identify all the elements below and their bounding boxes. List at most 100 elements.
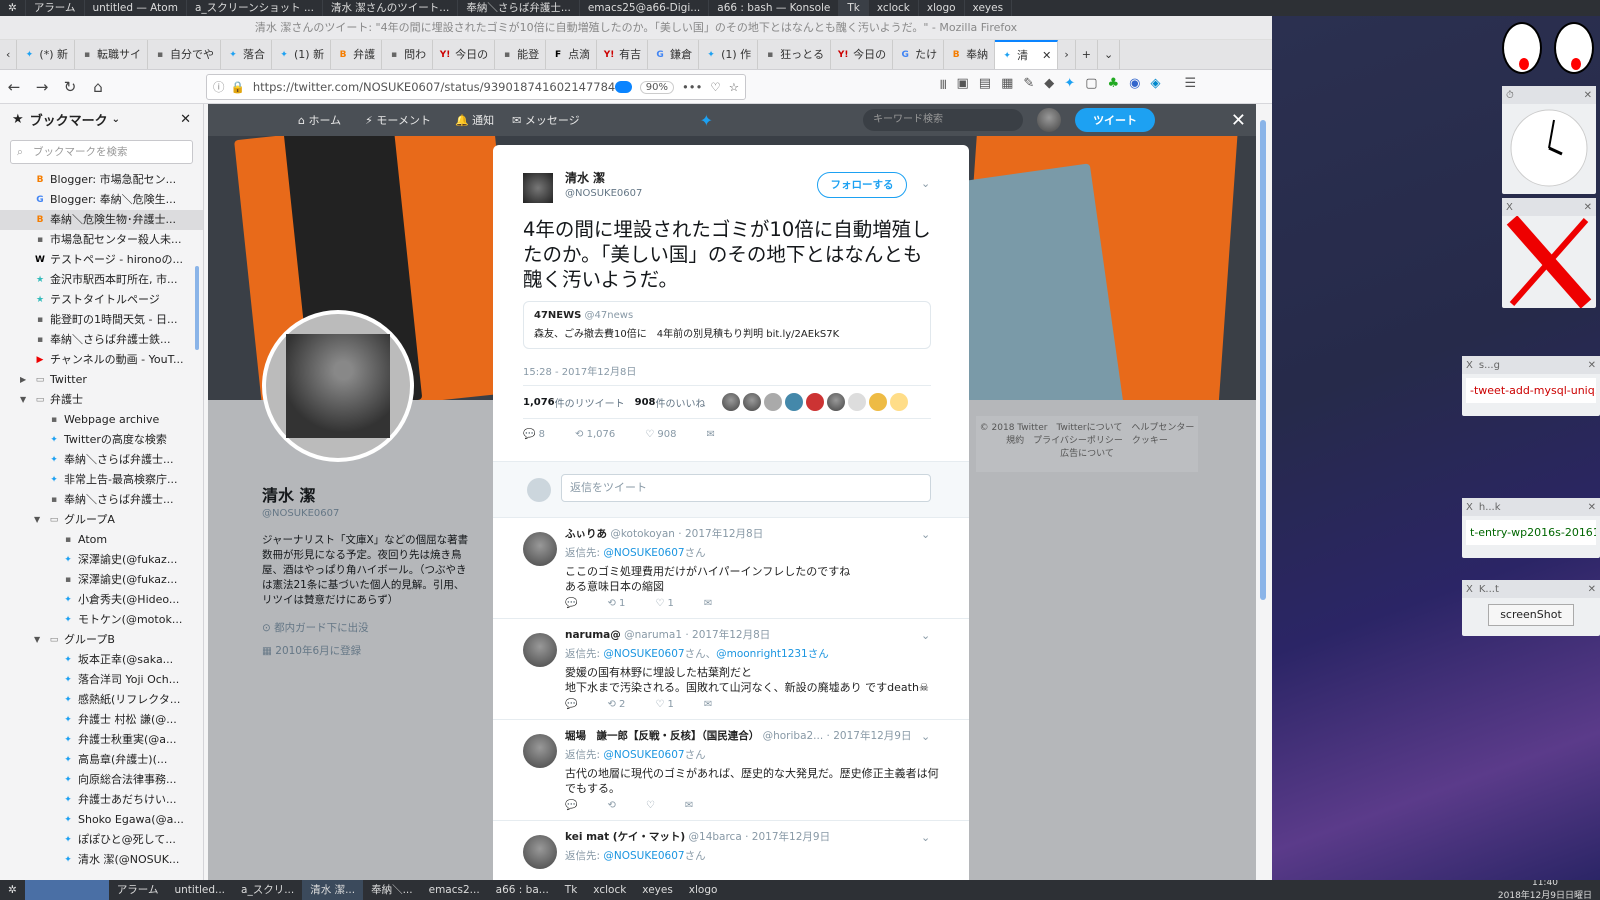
- bookmark-item[interactable]: ✦ 清水 潔(@NOSUK...: [0, 850, 203, 870]
- browser-tab[interactable]: Y! 今日の: [831, 40, 894, 69]
- reply-tweet[interactable]: ふぃりあ @kotokoyan · 2017年12月8日 返信先: @NOSUKE…: [493, 517, 969, 618]
- footer-line-2[interactable]: 規約 プライバシーポリシー クッキー: [976, 435, 1198, 448]
- taskbar-window-item[interactable]: 清水 潔...: [302, 880, 364, 900]
- browser-tab[interactable]: ▪ 問わ: [382, 40, 434, 69]
- bookmark-item[interactable]: ▼ ▭ グループA: [0, 510, 203, 530]
- page-actions-icon[interactable]: •••: [682, 80, 702, 94]
- xlogo-window[interactable]: X ✕: [1502, 198, 1596, 309]
- bookmark-item[interactable]: ▪ 深澤諭史(@fukaz...: [0, 570, 203, 590]
- bookmark-item[interactable]: ★ テストタイトルページ: [0, 290, 203, 310]
- url-bar[interactable]: ⓘ 🔒 https://twitter.com/NOSUKE0607/statu…: [206, 74, 746, 100]
- pocket-icon[interactable]: ♡: [710, 80, 720, 94]
- browser-tab[interactable]: F 点滴: [546, 40, 598, 69]
- reply-action[interactable]: 💬 8: [523, 429, 545, 440]
- bookmark-item[interactable]: ✦ 高島章(弁護士)(...: [0, 750, 203, 770]
- bookmark-item[interactable]: ✦ ぽぽひと@死して...: [0, 830, 203, 850]
- profile-avatar[interactable]: [262, 310, 414, 462]
- browser-tab[interactable]: ✦ 落合: [221, 40, 272, 69]
- bookmark-item[interactable]: ✦ 落合洋司 Yoji Och...: [0, 670, 203, 690]
- topbar-window-item[interactable]: アラーム: [26, 0, 85, 16]
- reply-author-handle[interactable]: @kotokoyan: [610, 528, 675, 540]
- follow-button[interactable]: フォローする: [817, 172, 907, 198]
- nav-moments[interactable]: ⚡ モーメント: [365, 112, 431, 128]
- pager-icon[interactable]: [24, 880, 109, 900]
- extensions-icon[interactable]: ▦: [1001, 76, 1013, 98]
- browser-tab[interactable]: B 弁護: [331, 40, 383, 69]
- taskbar-window-item[interactable]: a66 : ba...: [488, 880, 557, 900]
- taskbar-window-item[interactable]: Tk: [557, 880, 586, 900]
- tab-scroll-left[interactable]: ‹: [0, 40, 18, 69]
- reply-date[interactable]: · 2017年12月8日: [685, 629, 770, 641]
- bookmark-item[interactable]: ▪ 奉納＼さらば弁護士鉄...: [0, 330, 203, 350]
- tab-list-button[interactable]: ⌄: [1098, 40, 1121, 69]
- taskbar-window-item[interactable]: emacs2...: [421, 880, 488, 900]
- taskbar-window-item[interactable]: xlogo: [681, 880, 726, 900]
- sidebar-title[interactable]: ブックマーク: [30, 110, 108, 129]
- bookmark-item[interactable]: ✦ モトケン(@motok...: [0, 610, 203, 630]
- nav-messages[interactable]: ✉ メッセージ: [512, 112, 580, 128]
- screenshot-button[interactable]: screenShot: [1488, 604, 1574, 626]
- like-count[interactable]: 908: [635, 397, 656, 408]
- bookmark-item[interactable]: ✦ 弁護士あだちけい...: [0, 790, 203, 810]
- browser-tab[interactable]: ✦ 清 ✕: [995, 40, 1059, 69]
- reply-tweet[interactable]: naruma@ @naruma1 · 2017年12月8日 返信先: @NOSUK…: [493, 618, 969, 719]
- tweet-author-avatar[interactable]: [523, 173, 553, 203]
- retweet-action[interactable]: ⟲ 1,076: [575, 429, 615, 440]
- emacs-mini-window[interactable]: Xh...k ✕ t-entry-wp2016s-20161: [1462, 498, 1600, 558]
- topbar-window-item[interactable]: 清水 潔さんのツイート...: [323, 0, 459, 16]
- reply-avatar[interactable]: [523, 633, 557, 667]
- info-icon[interactable]: ⓘ: [213, 79, 225, 95]
- reply-date[interactable]: · 2017年12月9日: [827, 730, 912, 742]
- bookmark-item[interactable]: ▪ 能登町の1時間天気 - 日...: [0, 310, 203, 330]
- leaf-icon[interactable]: ♣: [1108, 76, 1120, 98]
- profile-handle[interactable]: @NOSUKE0607: [262, 508, 472, 519]
- like-action[interactable]: ♡ 908: [645, 429, 676, 440]
- reply-author-name[interactable]: kei mat (ケイ・マット): [565, 831, 685, 843]
- bookmark-item[interactable]: W テストページ - hironoの...: [0, 250, 203, 270]
- reply-author-handle[interactable]: @14barca: [689, 831, 742, 843]
- like-action[interactable]: ♡: [646, 800, 655, 811]
- reader-icon[interactable]: ▤: [979, 76, 991, 98]
- close-icon[interactable]: ✕: [1584, 90, 1592, 101]
- bookmark-item[interactable]: B 奉納＼危険生物･弁護士...: [0, 210, 203, 230]
- topbar-window-item[interactable]: 奉納＼さらば弁護士...: [458, 0, 580, 16]
- page-scrollbar[interactable]: [1260, 120, 1266, 600]
- pen-icon[interactable]: ✎: [1023, 76, 1034, 98]
- bookmark-item[interactable]: ▼ ▭ 弁護士: [0, 390, 203, 410]
- message-icon[interactable]: ✉: [685, 800, 693, 811]
- url-text[interactable]: https://twitter.com/NOSUKE0607/status/93…: [253, 80, 615, 94]
- tree-toggle-icon[interactable]: ▼: [34, 510, 44, 530]
- retweet-action[interactable]: ⟲: [607, 800, 615, 811]
- bookmark-item[interactable]: ✦ 弁護士秋重実(@a...: [0, 730, 203, 750]
- reply-to-link[interactable]: @NOSUKE0607: [603, 850, 684, 862]
- message-icon[interactable]: ✉: [704, 699, 712, 710]
- taskbar-window-item[interactable]: a_スクリ...: [233, 880, 302, 900]
- retweet-action[interactable]: ⟲ 2: [607, 699, 625, 710]
- close-icon[interactable]: ✕: [1584, 202, 1592, 213]
- browser-tab[interactable]: ✦ (1) 作: [699, 40, 759, 69]
- reply-author-name[interactable]: naruma@: [565, 629, 621, 641]
- reply-icon[interactable]: 💬: [565, 699, 577, 710]
- taskbar-window-item[interactable]: アラーム: [109, 880, 167, 900]
- clock[interactable]: 11:40 2018年12月9日日曜日: [1490, 880, 1600, 900]
- tweet-author-name[interactable]: 清水 潔: [565, 169, 642, 186]
- reply-author-name[interactable]: 堀場 謙一郎【反戦・反核】（国民連合）: [565, 730, 759, 742]
- topbar-window-item[interactable]: xlogo: [919, 0, 965, 16]
- bookmark-item[interactable]: B Blogger: 市場急配セン...: [0, 170, 203, 190]
- nav-notifications[interactable]: 🔔 通知: [455, 112, 494, 128]
- bookmark-item[interactable]: ✦ 坂本正幸(@saka...: [0, 650, 203, 670]
- addon-icon[interactable]: ◆: [1044, 76, 1054, 98]
- bookmark-star-icon[interactable]: ☆: [729, 80, 739, 94]
- footer-line-1[interactable]: © 2018 Twitter Twitterについて ヘルプセンター: [976, 422, 1198, 435]
- reply-to-link[interactable]: @moonright1231さん: [716, 648, 829, 660]
- profile-name[interactable]: 清水 潔: [262, 482, 472, 506]
- zoom-level[interactable]: 90%: [639, 80, 675, 94]
- toggle-icon[interactable]: [615, 81, 632, 93]
- footer-line-3[interactable]: 広告について: [976, 448, 1198, 461]
- chevron-down-icon[interactable]: ⌄: [112, 114, 120, 125]
- reply-icon[interactable]: 💬: [565, 800, 577, 811]
- system-menu-icon[interactable]: ✲: [0, 0, 26, 16]
- message-icon[interactable]: ✉: [704, 598, 712, 609]
- sidebar-scrollbar[interactable]: [195, 266, 199, 350]
- bookmark-item[interactable]: ✦ 向原総合法律事務...: [0, 770, 203, 790]
